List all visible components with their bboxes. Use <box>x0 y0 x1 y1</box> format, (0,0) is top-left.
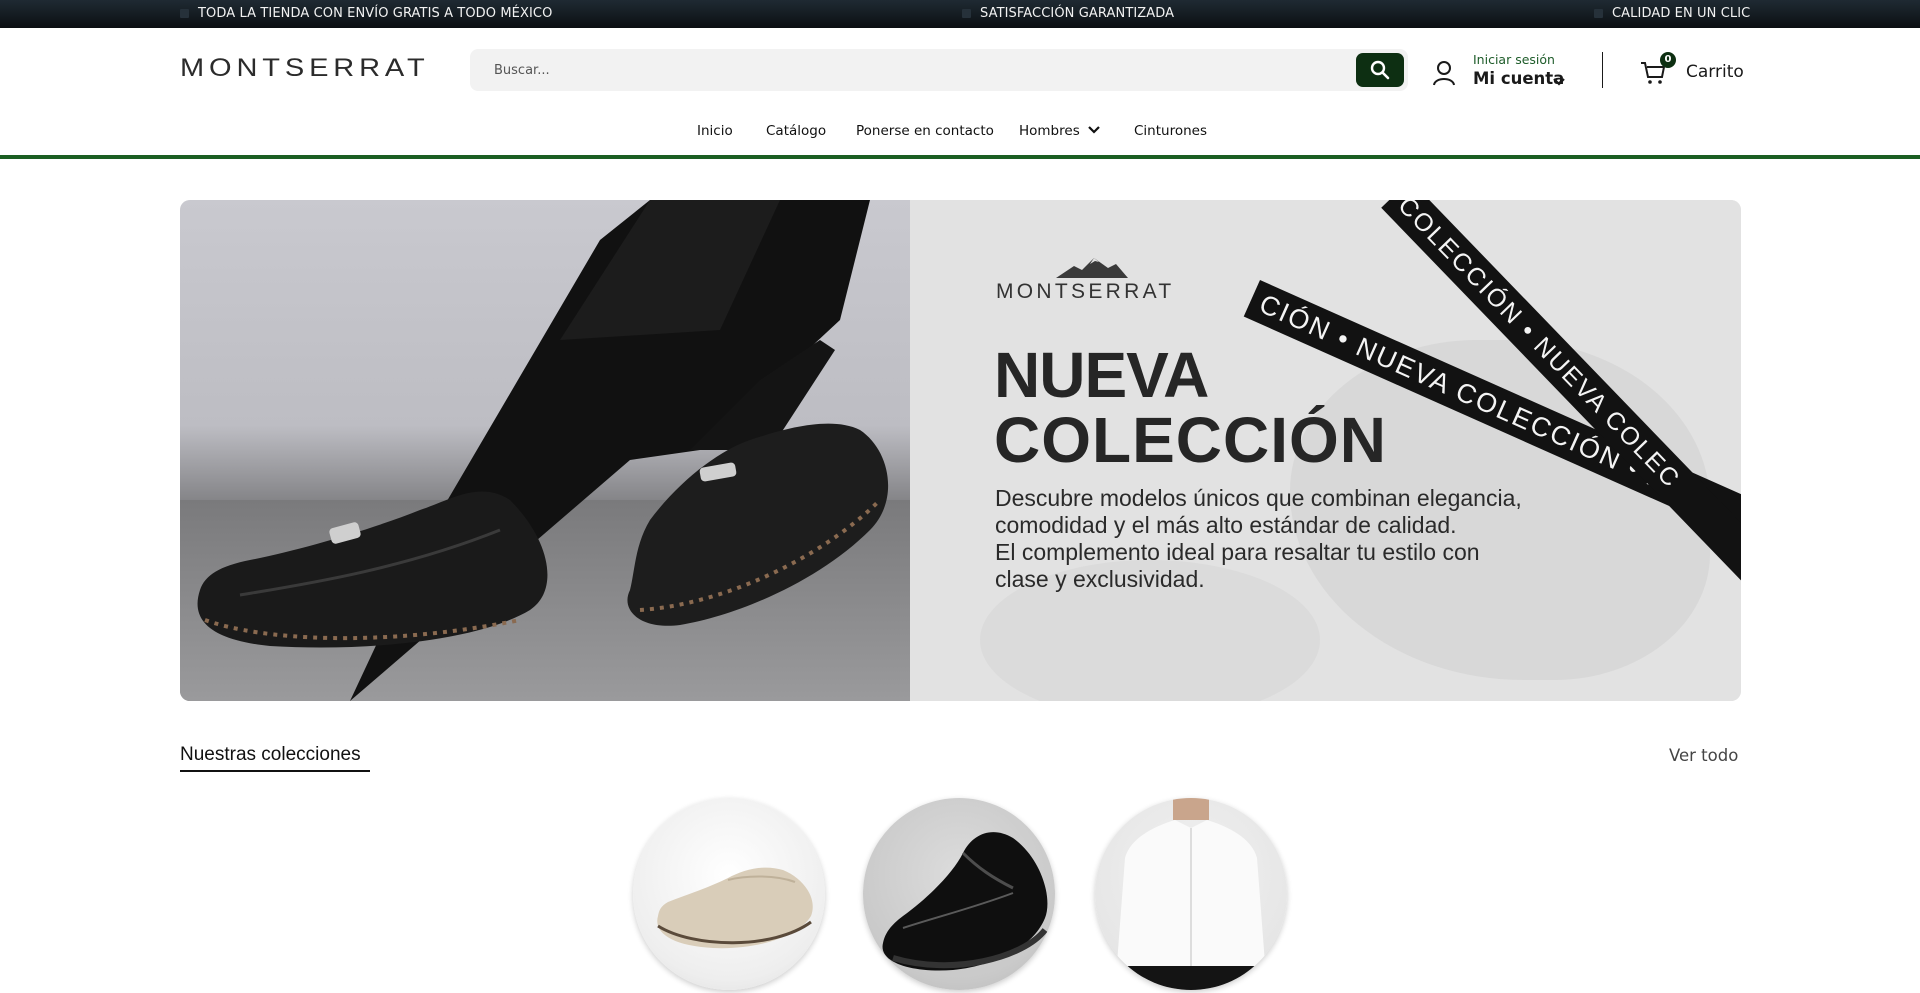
beige-loafer-image <box>657 867 813 949</box>
announcement-shipping: TODA LA TIENDA CON ENVÍO GRATIS A TODO M… <box>180 6 552 21</box>
announcement-quality: CALIDAD EN UN CLIC <box>1594 6 1750 21</box>
nav-item-hombres[interactable]: Hombres <box>1019 123 1100 139</box>
chevron-down-icon <box>1553 78 1565 86</box>
cart-button[interactable]: 0 Carrito <box>1640 52 1745 89</box>
nav-item-inicio[interactable]: Inicio <box>697 123 733 139</box>
nav-item-cinturones[interactable]: Cinturones <box>1134 123 1207 139</box>
nav-item-catalogo[interactable]: Catálogo <box>766 123 826 139</box>
search-input[interactable] <box>488 49 1308 91</box>
login-label: Iniciar sesión <box>1473 52 1555 67</box>
announcement-bar: TODA LA TIENDA CON ENVÍO GRATIS A TODO M… <box>0 0 1920 28</box>
collection-item-loafers[interactable] <box>633 798 825 990</box>
collection-item-shirts[interactable] <box>1095 798 1287 990</box>
header-divider <box>1602 52 1603 88</box>
announcement-satisfaction: SATISFACCIÓN GARANTIZADA <box>962 6 1174 21</box>
nav-item-hombres-label: Hombres <box>1019 123 1080 139</box>
hero-description: Descubre modelos únicos que combinan ele… <box>995 485 1555 593</box>
search-button[interactable] <box>1356 53 1404 87</box>
collection-item-dress-shoes[interactable] <box>863 798 1055 990</box>
user-icon <box>1433 61 1455 86</box>
hero-desc-line-4: clase y exclusividad. <box>995 566 1205 592</box>
cart-label: Carrito <box>1686 62 1744 82</box>
chevron-down-icon <box>1087 126 1100 134</box>
black-dress-shoe-image <box>882 832 1048 971</box>
cart-count-badge: 0 <box>1660 52 1676 68</box>
site-logo[interactable]: MONTSERRAT <box>180 54 430 83</box>
white-shirt-image <box>1115 798 1267 990</box>
my-account-label: Mi cuenta <box>1473 69 1565 88</box>
mountain-logo-icon <box>1056 258 1128 278</box>
main-nav: Inicio Catálogo Ponerse en contacto Homb… <box>0 123 1920 155</box>
hero-brand-logo: MONTSERRAT <box>996 280 1175 303</box>
view-all-link[interactable]: Ver todo <box>1669 746 1738 765</box>
account-menu[interactable]: Iniciar sesión Mi cuenta <box>1432 50 1582 96</box>
hero-desc-line-1: Descubre modelos únicos que combinan ele… <box>995 485 1522 511</box>
hero-title-line-2: COLECCIÓN <box>994 404 1387 476</box>
hero-desc-line-3: El complemento ideal para resaltar tu es… <box>995 539 1480 565</box>
collections-heading-underline <box>180 770 370 772</box>
collections-heading: Nuestras colecciones <box>180 744 361 765</box>
hero-desc-line-2: comodidad y el más alto estándar de cali… <box>995 512 1457 538</box>
search-icon <box>1370 60 1390 80</box>
site-header: MONTSERRAT Iniciar sesión Mi cuenta 0 Ca… <box>0 28 1920 159</box>
hero-product-photo <box>180 200 910 701</box>
header-accent-line <box>0 155 1920 159</box>
hero-title-line-1: NUEVA <box>994 339 1209 411</box>
nav-item-contacto[interactable]: Ponerse en contacto <box>856 123 994 139</box>
loafer-shoes-image <box>197 200 889 701</box>
search-bar <box>470 49 1408 91</box>
hero-banner[interactable]: CIÓN • NUEVA COLECCIÓN • NU COLECCIÓN • … <box>180 200 1741 701</box>
